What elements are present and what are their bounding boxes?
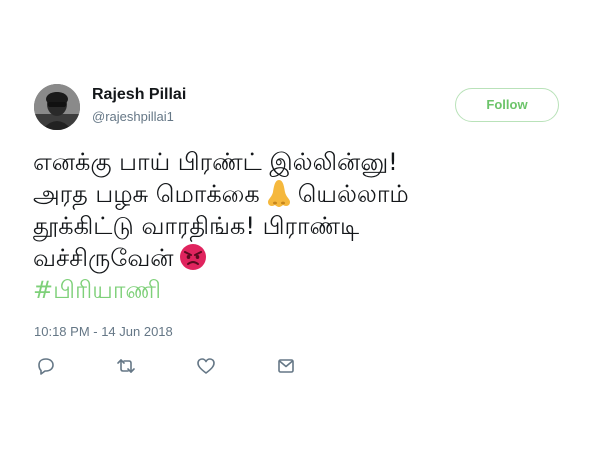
tweet-line-2-start: அரத பழசு மொக்கை <box>33 180 260 208</box>
envelope-icon[interactable] <box>276 356 296 376</box>
angry-face-emoji-icon <box>178 242 208 272</box>
tweet-line-2-end: யெல்லாம் <box>297 180 409 208</box>
tweet-line-1: எனக்கு பாய் பிரண்ட் இல்லின்னு! <box>33 148 398 176</box>
heart-icon[interactable] <box>196 356 216 376</box>
follow-button[interactable]: Follow <box>455 88 559 122</box>
user-handle[interactable]: @rajeshpillai1 <box>92 109 174 124</box>
display-name[interactable]: Rajesh Pillai <box>92 86 186 104</box>
nose-emoji-icon <box>264 178 294 208</box>
tweet-card: Rajesh Pillai @rajeshpillai1 Follow எனக்… <box>0 0 600 450</box>
avatar[interactable] <box>34 84 80 130</box>
retweet-icon[interactable] <box>116 356 136 376</box>
tweet-timestamp[interactable]: 10:18 PM - 14 Jun 2018 <box>34 324 173 339</box>
reply-icon[interactable] <box>36 356 56 376</box>
tweet-line-4: வச்சிருவேன் <box>33 242 573 274</box>
tweet-text: எனக்கு பாய் பிரண்ட் இல்லின்னு! அரத பழசு … <box>33 146 573 306</box>
tweet-line-4-text: வச்சிருவேன் <box>33 244 174 272</box>
profile-photo-icon <box>34 84 80 130</box>
hashtag-link[interactable]: #பிரியாணி <box>33 274 573 306</box>
tweet-line-3: தூக்கிட்டு வாரதிங்க! பிராண்டி <box>33 212 360 240</box>
tweet-line-2: அரத பழசு மொக்கை யெல்லாம் <box>33 178 573 210</box>
